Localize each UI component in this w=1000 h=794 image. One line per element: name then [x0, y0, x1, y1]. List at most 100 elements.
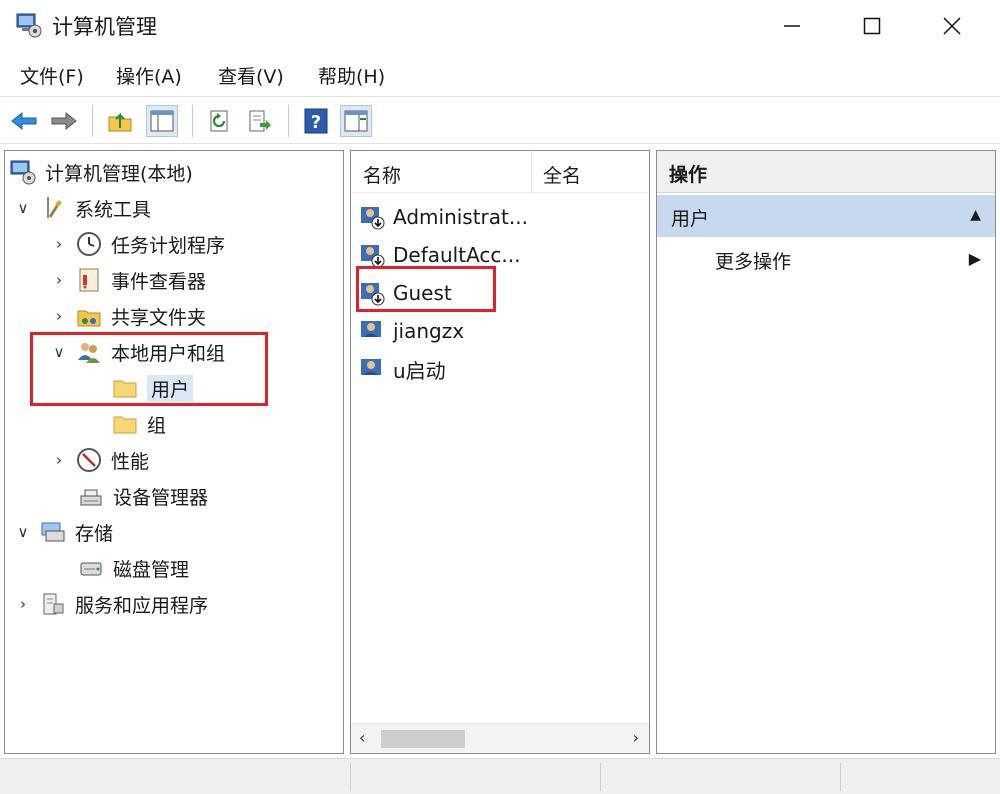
chevron-right-icon[interactable]: ›	[49, 271, 69, 289]
tree-item-performance[interactable]: › 性能	[49, 443, 149, 477]
tree-item-label: 用户	[147, 374, 194, 402]
folder-icon	[113, 380, 137, 398]
chevron-right-icon[interactable]: ›	[49, 451, 69, 469]
tree-item-computer-management[interactable]: 计算机管理(本地)	[9, 155, 193, 189]
tree-item-label: 共享文件夹	[111, 306, 207, 329]
minimize-button[interactable]	[752, 0, 832, 52]
disabled-user-icon	[361, 245, 385, 268]
tree-item-storage[interactable]: ∨ 存储	[13, 515, 113, 549]
device-manager-icon	[80, 489, 102, 506]
close-icon	[943, 17, 961, 35]
tools-icon	[47, 197, 62, 218]
forward-icon	[51, 111, 77, 131]
navigation-tree: 计算机管理(本地) ∨ 系统工具 › 任务计划程序 › 事件查看器 › 共享文件…	[4, 150, 344, 754]
menu-view[interactable]: 查看(V)	[218, 62, 284, 89]
list-item[interactable]: u启动	[359, 351, 446, 387]
title-bar: 计算机管理	[0, 0, 1000, 52]
toolbar-separator	[192, 105, 193, 137]
user-name: jiangzx	[393, 319, 465, 343]
scroll-right-icon[interactable]: ›	[633, 728, 639, 747]
chevron-down-icon[interactable]: ∨	[49, 343, 69, 361]
users-group-icon	[78, 343, 100, 363]
up-folder-icon	[108, 112, 132, 132]
column-header-name[interactable]: 名称	[363, 161, 401, 188]
show-hide-tree-button[interactable]	[146, 105, 178, 137]
shared-folder-icon	[77, 310, 101, 327]
column-header-fullname[interactable]: 全名	[543, 161, 581, 188]
show-hide-action-pane-icon	[344, 110, 368, 132]
services-icon	[43, 593, 64, 615]
export-list-button[interactable]	[244, 105, 276, 137]
menu-help[interactable]: 帮助(H)	[318, 62, 385, 89]
disabled-user-icon	[361, 207, 385, 230]
scroll-left-icon[interactable]: ‹	[359, 728, 365, 747]
folder-icon	[113, 416, 137, 434]
action-pane: 操作 用户 ▲ 更多操作 ▶	[656, 150, 996, 754]
chevron-right-icon[interactable]: ›	[13, 595, 33, 613]
computer-management-icon	[16, 13, 42, 38]
user-icon	[361, 321, 381, 337]
tree-item-shared-folders[interactable]: › 共享文件夹	[49, 299, 206, 333]
action-pane-title: 操作	[669, 164, 708, 186]
status-bar	[0, 758, 1000, 794]
tree-item-local-users-groups[interactable]: ∨ 本地用户和组	[49, 335, 226, 369]
refresh-icon	[210, 110, 228, 132]
action-section-label: 用户	[671, 208, 710, 230]
maximize-button[interactable]	[832, 0, 912, 52]
more-actions-item[interactable]: 更多操作	[715, 247, 791, 274]
chevron-down-icon[interactable]: ∨	[13, 523, 33, 541]
tree-item-users[interactable]: 用户	[111, 371, 194, 405]
status-divider	[840, 763, 841, 791]
status-divider	[600, 763, 601, 791]
tree-item-label: 服务和应用程序	[75, 594, 209, 617]
close-button[interactable]	[912, 0, 992, 52]
list-header: 名称 全名	[351, 151, 649, 193]
show-hide-action-pane-button[interactable]	[340, 105, 372, 137]
tree-item-label: 计算机管理(本地)	[45, 162, 193, 185]
submenu-arrow-icon[interactable]: ▶	[969, 249, 981, 268]
list-item[interactable]: jiangzx	[359, 313, 464, 349]
tree-item-device-manager[interactable]: 设备管理器	[77, 479, 208, 513]
menu-action[interactable]: 操作(A)	[116, 62, 182, 89]
show-hide-tree-icon	[150, 110, 174, 132]
menu-file[interactable]: 文件(F)	[20, 62, 84, 89]
toolbar: ?	[0, 96, 1000, 144]
chevron-right-icon[interactable]: ›	[49, 307, 69, 325]
chevron-right-icon[interactable]: ›	[49, 235, 69, 253]
help-button[interactable]: ?	[300, 105, 332, 137]
chevron-down-icon[interactable]: ∨	[13, 199, 33, 217]
up-level-button[interactable]	[104, 105, 136, 137]
event-viewer-icon	[79, 268, 99, 292]
tree-item-task-scheduler[interactable]: › 任务计划程序	[49, 227, 225, 261]
action-section-users[interactable]: 用户 ▲	[657, 195, 995, 237]
collapse-up-icon[interactable]: ▲	[970, 207, 981, 223]
help-icon: ?	[304, 108, 328, 134]
horizontal-scrollbar[interactable]: ‹ ›	[351, 723, 649, 753]
action-pane-header: 操作	[657, 151, 995, 193]
maximize-icon	[863, 17, 881, 35]
performance-icon	[77, 448, 101, 472]
scroll-thumb[interactable]	[381, 730, 465, 748]
tree-item-system-tools[interactable]: ∨ 系统工具	[13, 191, 151, 225]
tree-item-disk-management[interactable]: 磁盘管理	[77, 551, 189, 585]
tree-item-label: 存储	[75, 522, 114, 545]
tree-item-event-viewer[interactable]: › 事件查看器	[49, 263, 206, 297]
user-icon	[361, 359, 381, 375]
back-button[interactable]	[8, 105, 40, 137]
column-divider[interactable]	[531, 151, 532, 193]
list-item[interactable]: Guest	[359, 275, 452, 311]
forward-button[interactable]	[48, 105, 80, 137]
storage-icon	[41, 522, 65, 542]
user-name: Administrat...	[393, 205, 528, 229]
computer-management-icon	[10, 160, 36, 185]
list-item[interactable]: Administrat...	[359, 199, 528, 235]
minimize-icon	[784, 25, 800, 27]
tree-item-groups[interactable]: 组	[111, 407, 166, 441]
user-name: Guest	[393, 281, 452, 305]
menu-bar: 文件(F) 操作(A) 查看(V) 帮助(H)	[0, 56, 1000, 94]
refresh-button[interactable]	[204, 105, 236, 137]
user-list-pane: 名称 全名 Administrat... DefaultAcc... Guest…	[350, 150, 650, 754]
clock-icon	[77, 232, 101, 256]
tree-item-services-apps[interactable]: › 服务和应用程序	[13, 587, 208, 621]
list-item[interactable]: DefaultAcc...	[359, 237, 520, 273]
